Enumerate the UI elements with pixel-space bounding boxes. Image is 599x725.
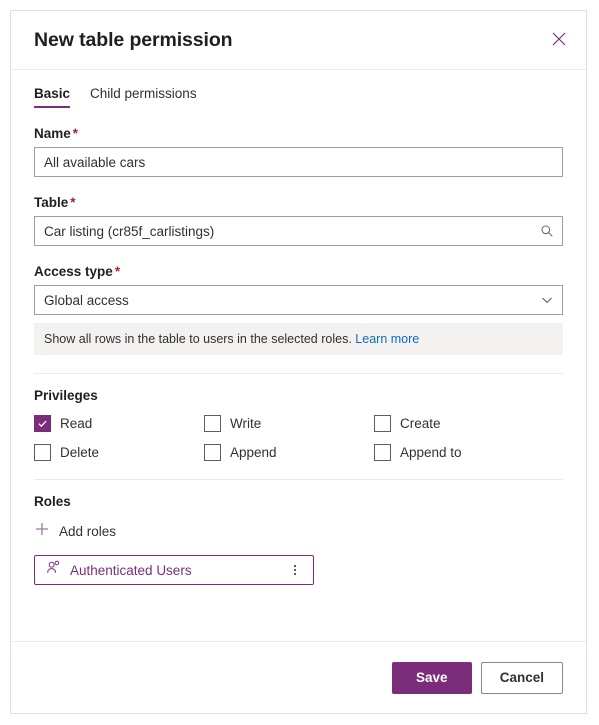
tab-basic-label: Basic	[34, 86, 71, 101]
tab-list: Basic Child permissions	[11, 70, 586, 108]
contact-icon	[46, 560, 61, 580]
access-type-hint: Show all rows in the table to users in t…	[34, 323, 563, 355]
table-label-text: Table	[34, 195, 69, 210]
name-field[interactable]: All available cars	[34, 147, 563, 177]
divider-roles	[34, 479, 563, 480]
name-required-marker: *	[72, 126, 79, 141]
checkbox-create-box[interactable]	[374, 415, 391, 432]
add-roles-label: Add roles	[59, 524, 117, 539]
role-chip-authenticated-users[interactable]: Authenticated Users	[34, 555, 314, 585]
table-field[interactable]: Car listing (cr85f_carlistings)	[34, 216, 563, 246]
checkbox-read-box[interactable]	[34, 415, 51, 432]
divider-privileges	[34, 373, 563, 374]
checkbox-write-box[interactable]	[204, 415, 221, 432]
roles-label: Roles	[34, 494, 71, 509]
table-label: Table *	[34, 195, 563, 210]
checkbox-read[interactable]: Read	[34, 415, 204, 432]
tab-basic[interactable]: Basic	[34, 86, 71, 108]
add-roles-button[interactable]: Add roles	[34, 521, 116, 542]
access-type-label: Access type *	[34, 264, 563, 279]
table-input[interactable]: Car listing (cr85f_carlistings)	[35, 224, 532, 239]
checkbox-delete-box[interactable]	[34, 444, 51, 461]
cancel-button[interactable]: Cancel	[480, 661, 563, 694]
dialog-body: Name * All available cars Table * Car list…	[11, 108, 586, 641]
name-input[interactable]: All available cars	[35, 155, 562, 170]
privileges-grid: Read Write Create Delete Append Append t	[34, 415, 563, 461]
page-title: New table permission	[34, 28, 233, 51]
checkbox-append-label: Append	[230, 445, 277, 460]
checkbox-append[interactable]: Append	[204, 444, 374, 461]
access-type-hint-text: Show all rows in the table to users in t…	[44, 332, 352, 346]
checkbox-write-label: Write	[230, 416, 262, 431]
checkbox-append-box[interactable]	[204, 444, 221, 461]
learn-more-link[interactable]: Learn more	[355, 332, 419, 346]
checkbox-delete[interactable]: Delete	[34, 444, 204, 461]
close-icon	[552, 32, 566, 49]
checkbox-create[interactable]: Create	[374, 415, 544, 432]
save-button[interactable]: Save	[391, 661, 472, 694]
checkbox-append-to-label: Append to	[400, 445, 462, 460]
chevron-down-icon[interactable]	[532, 286, 562, 314]
checkbox-append-to-box[interactable]	[374, 444, 391, 461]
tab-child-permissions[interactable]: Child permissions	[90, 86, 197, 108]
table-required-marker: *	[70, 195, 76, 210]
close-button[interactable]	[544, 25, 574, 55]
tab-child-permissions-label: Child permissions	[90, 86, 197, 101]
name-label: Name *	[34, 126, 563, 141]
checkbox-create-label: Create	[400, 416, 441, 431]
role-chip-label: Authenticated Users	[70, 562, 192, 578]
access-type-value: Global access	[44, 292, 129, 308]
more-vertical-icon[interactable]	[286, 558, 304, 582]
search-icon[interactable]	[532, 217, 562, 245]
checkbox-delete-label: Delete	[60, 445, 100, 460]
checkbox-read-label: Read	[60, 416, 93, 431]
dialog-footer: Save Cancel	[11, 641, 586, 713]
access-type-label-text: Access type	[34, 264, 113, 279]
dialog-header: New table permission	[11, 11, 586, 70]
access-type-dropdown[interactable]: Global access	[34, 285, 563, 315]
new-table-permission-dialog: New table permission Basic Child permiss…	[10, 10, 587, 714]
access-type-required-marker: *	[114, 264, 121, 279]
privileges-label: Privileges	[34, 388, 98, 403]
name-label-text: Name	[34, 126, 71, 141]
checkbox-write[interactable]: Write	[204, 415, 374, 432]
checkbox-append-to[interactable]: Append to	[374, 444, 544, 461]
plus-icon	[34, 521, 50, 542]
